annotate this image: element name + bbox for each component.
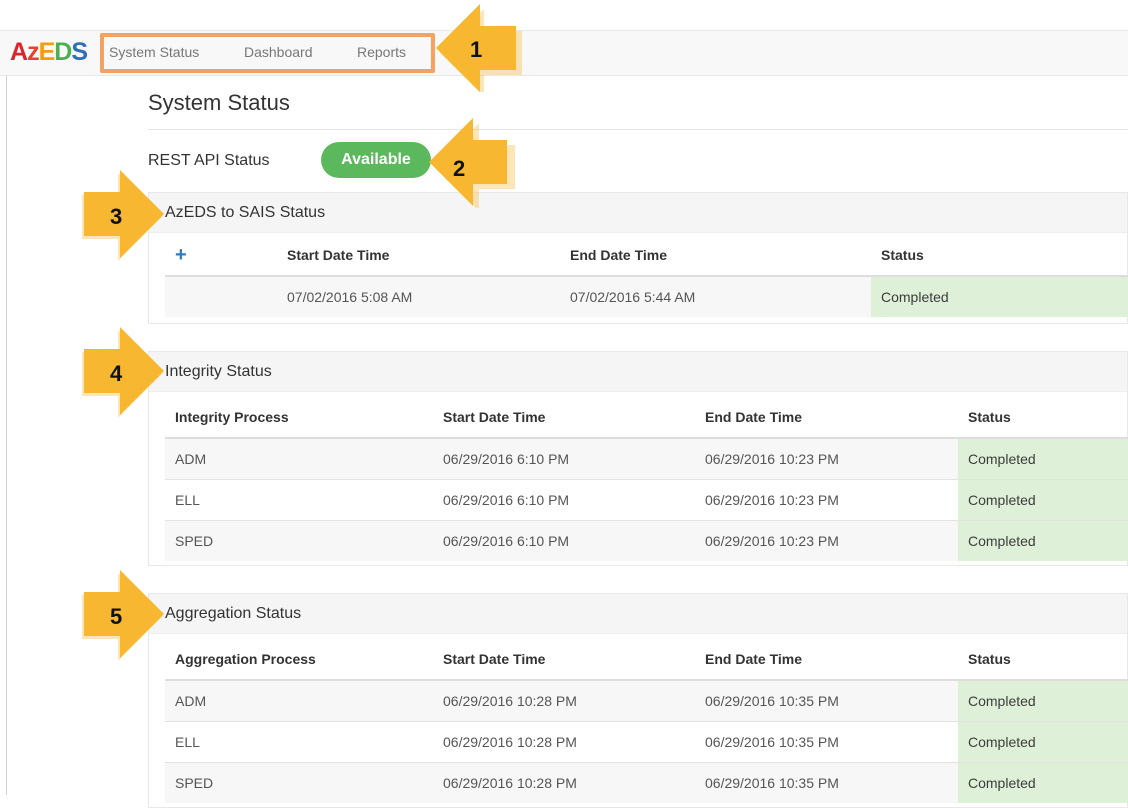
table-row: ELL 06/29/2016 6:10 PM 06/29/2016 10:23 … bbox=[165, 478, 1128, 520]
callout-arrow-2: 2 bbox=[425, 118, 515, 208]
process-cell: SPED bbox=[165, 761, 433, 803]
column-header: Start Date Time bbox=[277, 235, 560, 277]
panel-heading: Integrity Status bbox=[149, 352, 1127, 392]
status-cell: Completed bbox=[958, 478, 1128, 520]
logo-letter: z bbox=[27, 38, 39, 66]
column-header: End Date Time bbox=[560, 235, 871, 277]
logo-letter: E bbox=[38, 38, 56, 66]
start-date-cell: 06/29/2016 6:10 PM bbox=[433, 478, 695, 520]
end-date-cell: 06/29/2016 10:35 PM bbox=[695, 720, 958, 762]
process-cell: ADM bbox=[165, 679, 433, 721]
end-date-cell: 06/29/2016 10:23 PM bbox=[695, 478, 958, 520]
callout-arrow-3: 3 bbox=[80, 170, 168, 260]
sais-status-panel: AzEDS to SAIS Status + Start Date Time E… bbox=[148, 192, 1128, 324]
column-header: End Date Time bbox=[695, 639, 958, 681]
integrity-status-panel: Integrity Status Integrity Process Start… bbox=[148, 351, 1128, 566]
panel-heading: AzEDS to SAIS Status bbox=[149, 193, 1127, 233]
logo-letter: D bbox=[54, 38, 72, 66]
process-cell: SPED bbox=[165, 519, 433, 561]
callout-number: 1 bbox=[470, 37, 483, 62]
column-header: Status bbox=[871, 235, 1128, 277]
status-cell: Completed bbox=[958, 720, 1128, 762]
start-date-cell: 07/02/2016 5:08 AM bbox=[277, 275, 560, 317]
column-header: Start Date Time bbox=[433, 397, 695, 439]
column-header: End Date Time bbox=[695, 397, 958, 439]
integrity-status-table: Integrity Process Start Date Time End Da… bbox=[165, 397, 1128, 561]
left-divider bbox=[6, 76, 7, 795]
callout-arrow-5: 5 bbox=[80, 570, 168, 660]
callout-number: 2 bbox=[453, 156, 466, 181]
sais-status-table: + Start Date Time End Date Time Status 0… bbox=[165, 235, 1128, 317]
table-row: ELL 06/29/2016 10:28 PM 06/29/2016 10:35… bbox=[165, 720, 1128, 762]
logo-letter: S bbox=[71, 38, 88, 66]
status-cell: Completed bbox=[958, 519, 1128, 561]
callout-number: 4 bbox=[110, 361, 123, 386]
logo-letter: A bbox=[10, 38, 28, 66]
aggregation-status-panel: Aggregation Status Aggregation Process S… bbox=[148, 593, 1128, 808]
panel-heading: Aggregation Status bbox=[149, 594, 1127, 634]
callout-arrow-4: 4 bbox=[80, 327, 168, 417]
start-date-cell: 06/29/2016 10:28 PM bbox=[433, 720, 695, 762]
end-date-cell: 06/29/2016 10:23 PM bbox=[695, 437, 958, 479]
end-date-cell: 06/29/2016 10:35 PM bbox=[695, 761, 958, 803]
callout-number: 5 bbox=[110, 604, 123, 629]
process-cell: ADM bbox=[165, 437, 433, 479]
status-cell: Completed bbox=[958, 437, 1128, 479]
start-date-cell: 06/29/2016 10:28 PM bbox=[433, 679, 695, 721]
status-cell: Completed bbox=[958, 761, 1128, 803]
top-navbar: AzEDS System Status Dashboard Reports bbox=[0, 30, 1128, 76]
nav-dashboard[interactable]: Dashboard bbox=[244, 44, 313, 60]
process-cell: ELL bbox=[165, 478, 433, 520]
table-row: ADM 06/29/2016 10:28 PM 06/29/2016 10:35… bbox=[165, 679, 1128, 721]
table-row: 07/02/2016 5:08 AM 07/02/2016 5:44 AM Co… bbox=[165, 275, 1128, 317]
status-cell: Completed bbox=[958, 679, 1128, 721]
aggregation-status-table: Aggregation Process Start Date Time End … bbox=[165, 639, 1128, 803]
table-row: SPED 06/29/2016 10:28 PM 06/29/2016 10:3… bbox=[165, 761, 1128, 803]
title-divider bbox=[148, 129, 1128, 130]
rest-api-status-label: REST API Status bbox=[148, 152, 270, 169]
column-header: Aggregation Process bbox=[165, 639, 433, 681]
expand-column: + bbox=[165, 235, 277, 277]
status-cell: Completed bbox=[871, 275, 1128, 317]
table-cell bbox=[165, 275, 277, 317]
column-header: Status bbox=[958, 639, 1128, 681]
process-cell: ELL bbox=[165, 720, 433, 762]
callout-arrow-1: 1 bbox=[432, 4, 522, 92]
end-date-cell: 06/29/2016 10:23 PM bbox=[695, 519, 958, 561]
nav-reports[interactable]: Reports bbox=[357, 44, 406, 60]
table-row: SPED 06/29/2016 6:10 PM 06/29/2016 10:23… bbox=[165, 519, 1128, 561]
callout-number: 3 bbox=[110, 204, 123, 229]
api-status-badge: Available bbox=[321, 142, 431, 178]
table-row: ADM 06/29/2016 6:10 PM 06/29/2016 10:23 … bbox=[165, 437, 1128, 479]
column-header: Integrity Process bbox=[165, 397, 433, 439]
plus-icon[interactable]: + bbox=[175, 244, 187, 266]
start-date-cell: 06/29/2016 6:10 PM bbox=[433, 437, 695, 479]
start-date-cell: 06/29/2016 6:10 PM bbox=[433, 519, 695, 561]
start-date-cell: 06/29/2016 10:28 PM bbox=[433, 761, 695, 803]
end-date-cell: 06/29/2016 10:35 PM bbox=[695, 679, 958, 721]
nav-system-status[interactable]: System Status bbox=[109, 44, 199, 60]
end-date-cell: 07/02/2016 5:44 AM bbox=[560, 275, 871, 317]
column-header: Start Date Time bbox=[433, 639, 695, 681]
page-title: System Status bbox=[148, 90, 290, 115]
column-header: Status bbox=[958, 397, 1128, 439]
azeds-logo[interactable]: AzEDS bbox=[10, 38, 88, 67]
